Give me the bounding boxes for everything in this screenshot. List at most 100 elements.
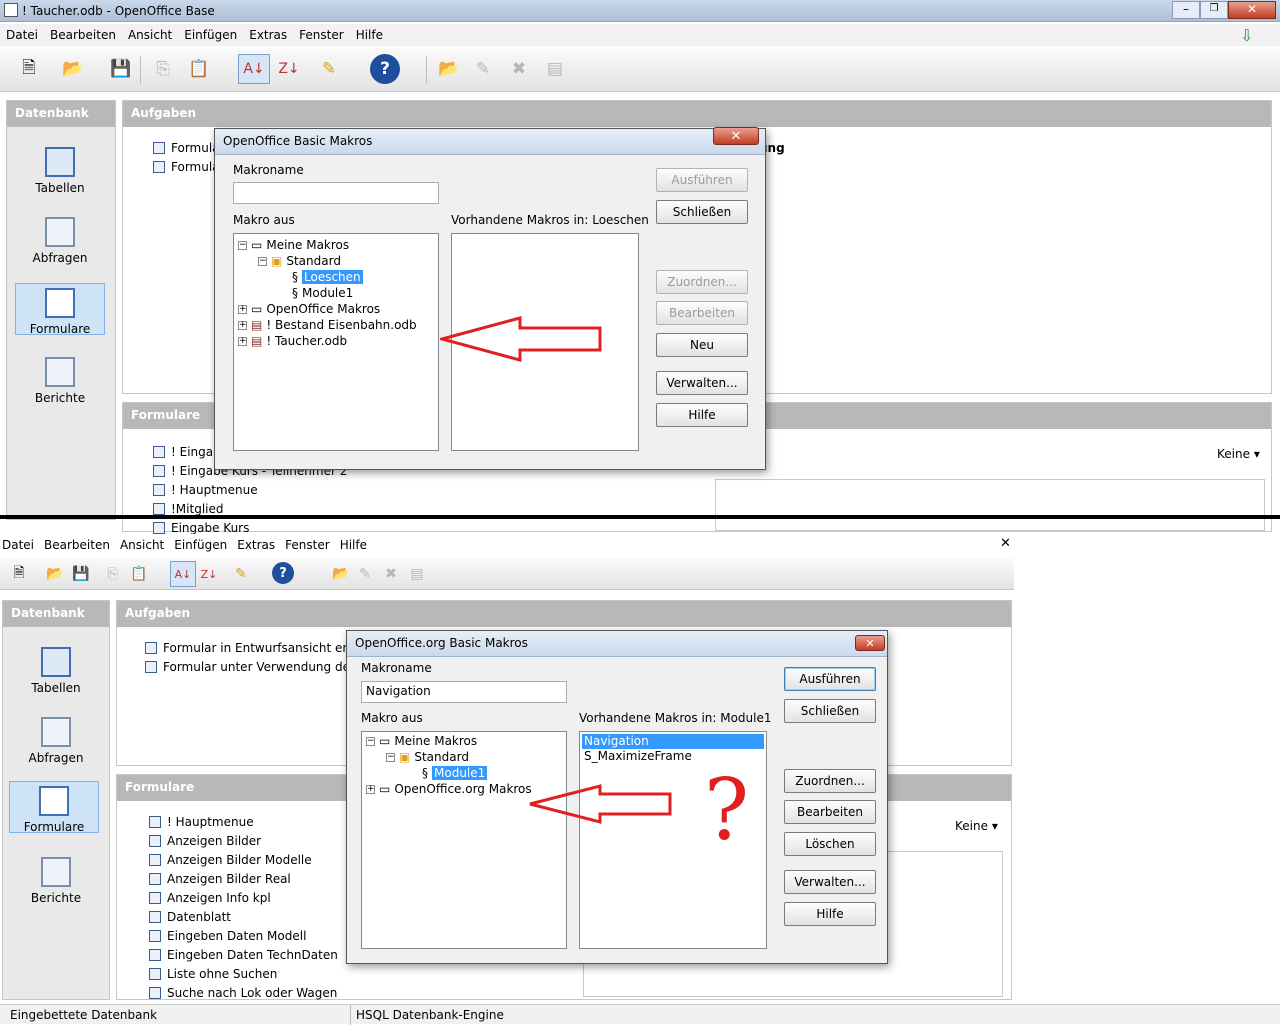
form-row[interactable]: Anzeigen Bilder Real <box>149 872 291 886</box>
run-button[interactable]: Ausführen <box>784 667 876 691</box>
nav-abfragen[interactable]: Abfragen <box>11 717 101 765</box>
form-row[interactable]: Anzeigen Bilder Modelle <box>149 853 312 867</box>
close-doc-icon[interactable]: ✕ <box>1000 536 1011 551</box>
collapse-icon[interactable]: − <box>366 736 375 746</box>
nav-formulare[interactable]: Formulare <box>9 781 99 834</box>
form-row[interactable]: Eingabe Kurs <box>153 521 249 535</box>
makroname-input[interactable]: Navigation <box>361 681 567 703</box>
preview-select[interactable]: Keine ▾ <box>955 819 998 833</box>
menu-datei[interactable]: Datei <box>2 538 34 552</box>
aufgabe-item[interactable]: Formular unter Verwendung des A <box>145 660 368 674</box>
menu-extras[interactable]: Extras <box>249 28 287 42</box>
delete-icon[interactable]: ✖ <box>378 561 404 587</box>
assign-button[interactable]: Zuordnen... <box>784 769 876 793</box>
manage-button[interactable]: Verwalten... <box>656 371 748 395</box>
tree-node[interactable]: − ▭ Meine Makros <box>366 734 477 748</box>
library-tree[interactable]: − ▭ Meine Makros − ▣ Standard § Loeschen § Mod… <box>233 233 439 451</box>
aufgabe-item[interactable]: Formula <box>153 160 220 174</box>
dialog-close-icon[interactable]: ✕ <box>713 127 759 145</box>
menu-bearbeiten[interactable]: Bearbeiten <box>44 538 110 552</box>
sort-ascending-icon[interactable]: A↓ <box>170 561 196 587</box>
menu-fenster[interactable]: Fenster <box>285 538 330 552</box>
form-row[interactable]: Suche nach Lok oder Wagen <box>149 986 337 1000</box>
help-icon[interactable]: ? <box>272 562 294 584</box>
form-row[interactable]: Eingeben Daten Modell <box>149 929 306 943</box>
form-row[interactable]: Anzeigen Bilder <box>149 834 261 848</box>
tree-node[interactable]: − ▣ Standard <box>258 254 341 268</box>
form-row[interactable]: Anzeigen Info kpl <box>149 891 271 905</box>
paste-icon[interactable]: 📋 <box>126 561 152 587</box>
tree-node[interactable]: + ▤! Taucher.odb <box>238 334 347 348</box>
run-button[interactable]: Ausführen <box>656 168 748 192</box>
collapse-icon[interactable]: − <box>238 240 247 250</box>
tree-node[interactable]: − ▣ Standard <box>386 750 469 764</box>
new-form-icon[interactable]: ✎ <box>316 56 342 82</box>
form-row[interactable]: Datenblatt <box>149 910 231 924</box>
expand-icon[interactable]: + <box>238 320 247 330</box>
tree-node[interactable]: + ▭ OpenOffice.org Makros <box>366 782 532 796</box>
edit-icon[interactable]: ✎ <box>470 56 496 82</box>
open-db-object-icon[interactable]: 📂 <box>328 561 354 587</box>
edit-button[interactable]: Bearbeiten <box>784 800 876 824</box>
menu-hilfe[interactable]: Hilfe <box>340 538 367 552</box>
close-icon[interactable]: ✕ <box>1228 1 1276 19</box>
form-row[interactable]: !Mitglied <box>153 502 224 516</box>
save-icon[interactable]: 💾 <box>108 56 134 82</box>
help-icon[interactable]: ? <box>370 54 400 84</box>
open-db-object-icon[interactable]: 📂 <box>436 56 462 82</box>
minimize-icon[interactable]: – <box>1172 1 1200 19</box>
paste-icon[interactable]: 📋 <box>186 56 212 82</box>
tree-node[interactable]: − ▭ Meine Makros <box>238 238 349 252</box>
manage-button[interactable]: Verwalten... <box>784 870 876 894</box>
form-row[interactable]: ! Hauptmenue <box>153 483 258 497</box>
form-row[interactable]: ! Hauptmenue <box>149 815 254 829</box>
new-button[interactable]: Neu <box>656 333 748 357</box>
aufgabe-item[interactable]: Formula <box>153 141 220 155</box>
nav-berichte[interactable]: Berichte <box>11 857 101 905</box>
menu-hilfe[interactable]: Hilfe <box>356 28 383 42</box>
menu-extras[interactable]: Extras <box>237 538 275 552</box>
makroname-input[interactable] <box>233 182 439 204</box>
nav-formulare[interactable]: Formulare <box>15 283 105 336</box>
nav-tabellen[interactable]: Tabellen <box>15 147 105 195</box>
form-row[interactable]: ! Eingab <box>153 445 221 459</box>
delete-button[interactable]: Löschen <box>784 832 876 856</box>
menu-ansicht[interactable]: Ansicht <box>120 538 164 552</box>
tree-node[interactable]: + ▭ OpenOffice Makros <box>238 302 380 316</box>
close-button[interactable]: Schließen <box>784 699 876 723</box>
menu-fenster[interactable]: Fenster <box>299 28 344 42</box>
expand-icon[interactable]: + <box>366 784 375 794</box>
rename-icon[interactable]: ▤ <box>542 56 568 82</box>
restore-icon[interactable]: ❐ <box>1200 1 1228 19</box>
sort-descending-icon[interactable]: Z↓ <box>196 561 222 587</box>
copy-icon[interactable]: ⎘ <box>150 56 176 82</box>
tree-node[interactable]: § Module1 <box>422 766 488 780</box>
sort-ascending-icon[interactable]: A↓ <box>238 54 270 84</box>
menu-bearbeiten[interactable]: Bearbeiten <box>50 28 116 42</box>
assign-button[interactable]: Zuordnen... <box>656 270 748 294</box>
form-row[interactable]: Eingeben Daten TechnDaten <box>149 948 338 962</box>
sort-descending-icon[interactable]: Z↓ <box>276 56 302 82</box>
library-tree[interactable]: − ▭ Meine Makros − ▣ Standard § Module1 + ▭ Ope… <box>361 731 567 949</box>
edit-button[interactable]: Bearbeiten <box>656 301 748 325</box>
edit-icon[interactable]: ✎ <box>352 561 378 587</box>
menu-ansicht[interactable]: Ansicht <box>128 28 172 42</box>
tree-node[interactable]: § Loeschen <box>292 270 363 284</box>
tree-node[interactable]: + ▤! Bestand Eisenbahn.odb <box>238 318 417 332</box>
rename-icon[interactable]: ▤ <box>404 561 430 587</box>
delete-icon[interactable]: ✖ <box>506 56 532 82</box>
macro-item[interactable]: Navigation <box>582 734 764 749</box>
open-folder-icon[interactable]: 📂 <box>60 56 86 82</box>
nav-tabellen[interactable]: Tabellen <box>11 647 101 695</box>
form-row[interactable]: Liste ohne Suchen <box>149 967 277 981</box>
new-document-icon[interactable]: 🗎 <box>16 56 42 82</box>
save-icon[interactable]: 💾 <box>68 561 94 587</box>
menu-einfuegen[interactable]: Einfügen <box>174 538 227 552</box>
aufgabe-item[interactable]: Formular in Entwurfsansicht erstell <box>145 641 372 655</box>
dialog-close-icon[interactable]: ✕ <box>855 635 885 651</box>
close-button[interactable]: Schließen <box>656 200 748 224</box>
collapse-icon[interactable]: − <box>386 752 395 762</box>
new-form-icon[interactable]: ✎ <box>228 561 254 587</box>
expand-icon[interactable]: + <box>238 336 247 346</box>
tree-node[interactable]: § Module1 <box>292 286 353 300</box>
